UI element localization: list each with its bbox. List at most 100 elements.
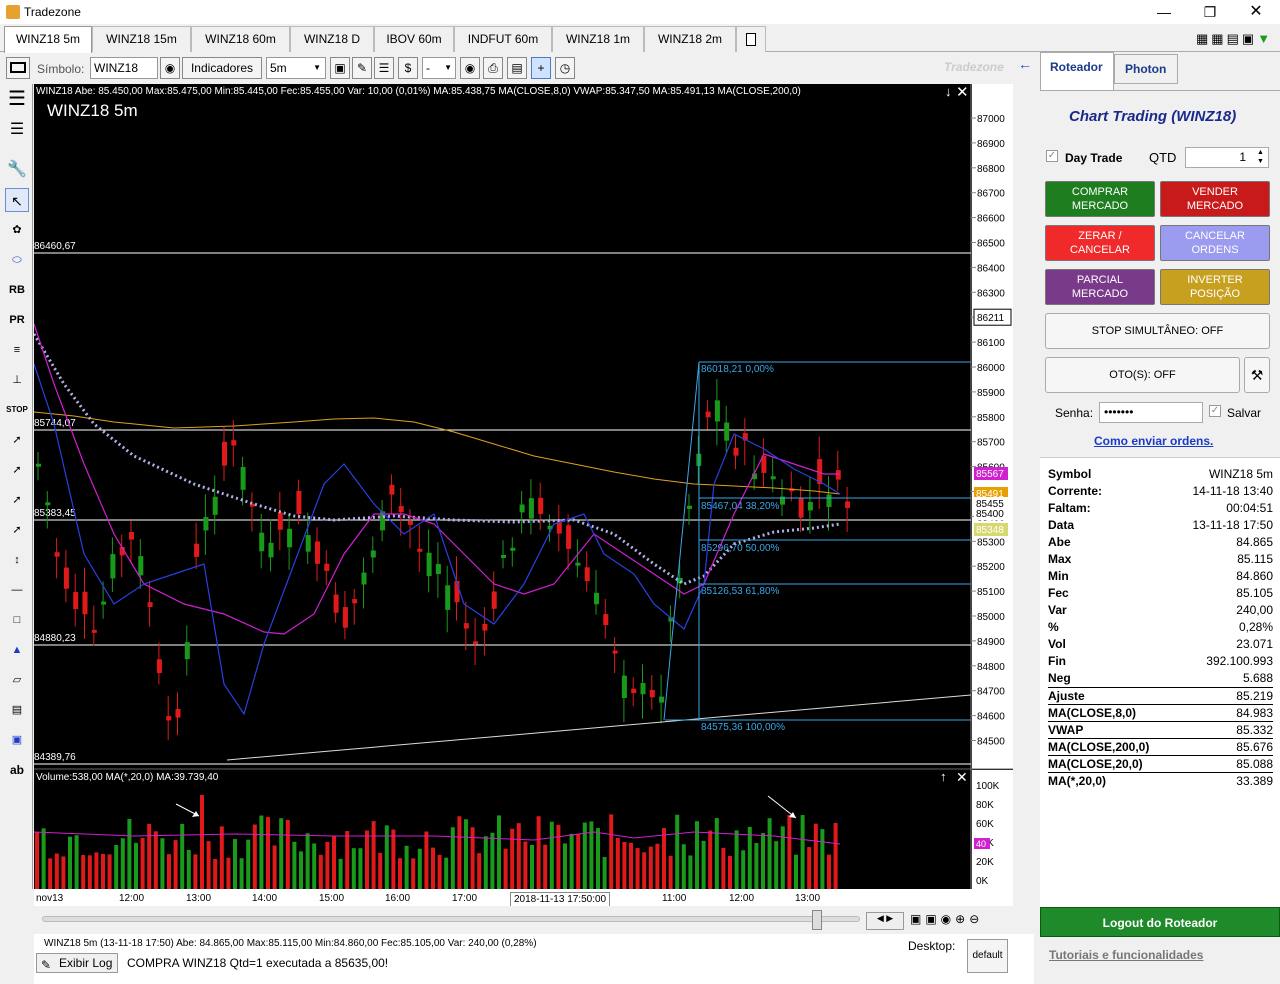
- scroll-arrows[interactable]: ◀ ▶: [866, 912, 904, 930]
- volume-bar: [35, 832, 39, 889]
- tab-roteador[interactable]: Roteador: [1040, 52, 1114, 90]
- volume-bar: [794, 854, 798, 889]
- password-input[interactable]: •••••••: [1099, 402, 1203, 423]
- tab-winz18-d[interactable]: WINZ18 D: [290, 26, 374, 52]
- candle: [640, 683, 646, 695]
- fibonacci-icon[interactable]: ≡: [5, 338, 29, 362]
- vline-icon[interactable]: ↕: [5, 548, 29, 572]
- order-button-inverter[interactable]: INVERTER POSIÇÃO: [1160, 269, 1270, 305]
- ellipse-icon[interactable]: ⬭: [5, 248, 29, 272]
- price-chart[interactable]: 87000 86900 86800 86700 86600 86500 86400 86300…: [34, 83, 1013, 907]
- minimize-icon[interactable]: —: [1152, 2, 1176, 22]
- rectangle-icon[interactable]: □: [5, 608, 29, 632]
- monitor-icon[interactable]: [6, 57, 30, 79]
- como-enviar-link[interactable]: Como enviar ordens.: [1094, 434, 1213, 448]
- text-icon[interactable]: ab: [5, 758, 29, 782]
- candle: [724, 422, 730, 441]
- tab-winz18-5m[interactable]: WINZ18 5m: [4, 26, 92, 53]
- tab-winz18-1m[interactable]: WINZ18 1m: [552, 26, 644, 52]
- symbol-input[interactable]: WINZ18: [90, 57, 158, 79]
- desktop-default-button[interactable]: default: [967, 939, 1008, 973]
- volume-header: Volume:538,00 MA(*,20,0) MA:39.739,40: [36, 772, 219, 783]
- grid-icon[interactable]: ▦: [1196, 31, 1211, 46]
- close-icon[interactable]: ✕: [1244, 2, 1268, 22]
- print-icon[interactable]: ⎙: [483, 57, 503, 79]
- tab-winz18-15m[interactable]: WINZ18 15m: [92, 26, 191, 52]
- trendline-icon[interactable]: ➚: [5, 488, 29, 512]
- pattern-icon[interactable]: ✿: [5, 218, 29, 242]
- order-button-parcial[interactable]: PARCIAL MERCADO: [1045, 269, 1155, 305]
- order-button-comprar[interactable]: COMPRAR MERCADO: [1045, 181, 1155, 217]
- qtd-stepper[interactable]: ▲ ▼: [1257, 148, 1264, 166]
- lock-icon[interactable]: ▣: [1242, 31, 1257, 46]
- tab-ibov-60m[interactable]: IBOV 60m: [374, 26, 454, 52]
- crosshair-icon[interactable]: +: [531, 57, 551, 79]
- wrench-icon[interactable]: 🔧: [5, 158, 29, 182]
- volume-bar: [371, 821, 376, 889]
- text-box-icon[interactable]: ▤: [5, 698, 29, 722]
- tab-winz18-60m[interactable]: WINZ18 60m: [191, 26, 290, 52]
- qtd-label: QTD: [1149, 150, 1177, 165]
- tab-indfut-60m[interactable]: INDFUT 60m: [454, 26, 552, 52]
- stop-icon[interactable]: STOP: [5, 398, 29, 422]
- salvar-checkbox[interactable]: ✓: [1209, 405, 1221, 417]
- hline-icon[interactable]: —: [5, 578, 29, 602]
- tutorials-link[interactable]: Tutoriais e funcionalidades: [1049, 948, 1203, 962]
- download-icon[interactable]: ↓: [945, 84, 952, 99]
- order-button-zerar[interactable]: ZERAR / CANCELAR: [1045, 225, 1155, 261]
- volume-bar: [734, 830, 739, 889]
- vertical-line-icon[interactable]: ⊥: [5, 368, 29, 392]
- rb-icon[interactable]: RB: [5, 278, 29, 302]
- ray-icon[interactable]: ➚: [5, 458, 29, 482]
- day-trade-checkbox[interactable]: ✓: [1046, 150, 1058, 162]
- volume-bar: [833, 823, 838, 889]
- wrench-icon[interactable]: ⚒: [1244, 357, 1270, 393]
- period-select[interactable]: 5m ▼: [266, 57, 326, 79]
- shield-icon[interactable]: ▼: [1257, 31, 1273, 46]
- collapse-arrow-icon[interactable]: ←: [1018, 56, 1032, 72]
- candle: [63, 567, 69, 589]
- menu-icon[interactable]: ☰: [5, 89, 29, 114]
- salvar-label: Salvar: [1227, 406, 1262, 420]
- price-tick-label: 85700: [977, 438, 1005, 449]
- up-arrow-icon[interactable]: ↑: [940, 769, 947, 784]
- document-icon[interactable]: ▤: [1227, 31, 1242, 46]
- order-button-cancelar[interactable]: CANCELAR ORDENS: [1160, 225, 1270, 261]
- pr-icon[interactable]: PR: [5, 308, 29, 332]
- oto-button[interactable]: OTO(S): OFF: [1045, 357, 1240, 393]
- triangle-icon[interactable]: ▲: [5, 638, 29, 662]
- candle: [845, 501, 851, 508]
- list-icon[interactable]: ☰: [374, 57, 394, 79]
- binoculars-icon-2[interactable]: ◉: [460, 57, 480, 79]
- polygon-icon[interactable]: ▱: [5, 668, 29, 692]
- dollar-icon[interactable]: $: [398, 57, 418, 79]
- info-value: 84.983: [1236, 706, 1273, 720]
- scrollbar-handle[interactable]: [812, 910, 822, 930]
- price-label-icon[interactable]: ▣: [5, 728, 29, 752]
- maximize-icon[interactable]: ❐: [1198, 2, 1222, 22]
- close-chart-icon[interactable]: ✕: [956, 83, 969, 101]
- dash-select[interactable]: - ▼: [422, 57, 456, 79]
- indicators-button[interactable]: Indicadores: [182, 57, 262, 79]
- line-icon[interactable]: ➚: [5, 428, 29, 452]
- save-icon[interactable]: ▤: [507, 57, 527, 79]
- volume-bar: [510, 828, 515, 889]
- logout-button[interactable]: Logout do Roteador: [1040, 907, 1280, 937]
- pointer-icon[interactable]: ↖: [5, 188, 29, 212]
- order-button-vender[interactable]: VENDER MERCADO: [1160, 181, 1270, 217]
- zoom-controls[interactable]: ▣▣◉⊕⊖: [910, 912, 1010, 930]
- extended-line-icon[interactable]: ➚: [5, 518, 29, 542]
- grid2-icon[interactable]: ▦: [1211, 31, 1226, 46]
- binoculars-icon[interactable]: ◉: [160, 57, 180, 79]
- pencil-icon[interactable]: ✎: [352, 57, 372, 79]
- show-log-button[interactable]: Exibir Log ✎: [36, 953, 118, 973]
- new-tab-button[interactable]: [736, 26, 766, 52]
- close-volume-icon[interactable]: ✕: [956, 769, 968, 786]
- tab-photon[interactable]: Photon: [1114, 54, 1178, 84]
- clock-icon[interactable]: ◷: [555, 57, 575, 79]
- zoom-area-icon[interactable]: ▣: [330, 57, 350, 79]
- stop-simultaneo-button[interactable]: STOP SIMULTÂNEO: OFF: [1045, 313, 1270, 349]
- menu-icon-2[interactable]: ☰: [5, 118, 29, 142]
- tab-winz18-2m[interactable]: WINZ18 2m: [644, 26, 736, 52]
- time-scrollbar[interactable]: [42, 916, 860, 922]
